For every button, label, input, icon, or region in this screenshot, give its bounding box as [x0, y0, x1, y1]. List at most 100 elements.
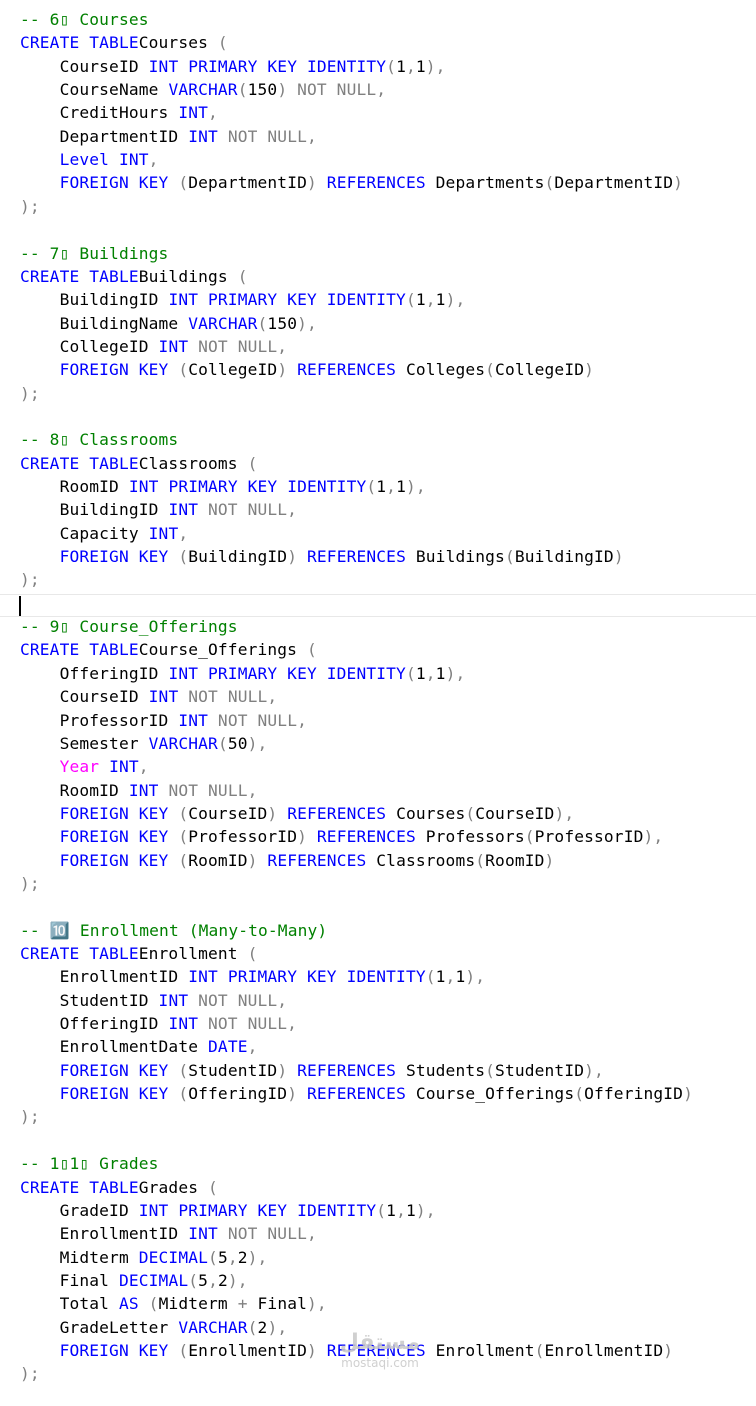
- code-line[interactable]: EnrollmentID INT PRIMARY KEY IDENTITY(1,…: [20, 965, 485, 988]
- code-token: REFERENCES: [287, 803, 387, 823]
- code-line[interactable]: FOREIGN KEY (OfferingID) REFERENCES Cour…: [20, 1082, 693, 1105]
- code-token: (: [237, 266, 248, 286]
- code-line[interactable]: Final DECIMAL(5,2),: [20, 1269, 248, 1292]
- code-line[interactable]: CREATE TABLEEnrollment (: [20, 942, 258, 965]
- code-line[interactable]: CREATE TABLECourse_Offerings (: [20, 638, 317, 661]
- code-line[interactable]: );: [20, 195, 40, 218]
- code-line[interactable]: BuildingName VARCHAR(150),: [20, 312, 317, 335]
- code-line[interactable]: CreditHours INT,: [20, 101, 218, 124]
- code-line[interactable]: CourseName VARCHAR(150) NOT NULL,: [20, 78, 386, 101]
- code-line[interactable]: );: [20, 568, 40, 591]
- code-line[interactable]: StudentID INT NOT NULL,: [20, 989, 287, 1012]
- code-token: Capacity: [20, 523, 149, 543]
- code-token: Grades: [138, 1177, 209, 1197]
- code-token: ),: [267, 1317, 288, 1337]
- code-token: OfferingID: [20, 663, 169, 683]
- code-token: (: [217, 733, 228, 753]
- code-line[interactable]: CREATE TABLEBuildings (: [20, 265, 248, 288]
- code-token: VARCHAR: [168, 80, 238, 100]
- code-line[interactable]: );: [20, 1362, 40, 1385]
- code-line[interactable]: BuildingID INT PRIMARY KEY IDENTITY(1,1)…: [20, 288, 466, 311]
- code-token: GradeID: [20, 1200, 139, 1220]
- code-line[interactable]: OfferingID INT PRIMARY KEY IDENTITY(1,1)…: [20, 662, 466, 685]
- code-line[interactable]: DepartmentID INT NOT NULL,: [20, 125, 317, 148]
- code-line[interactable]: -- 6▯ Courses: [20, 8, 149, 31]
- code-token: Courses: [138, 33, 218, 53]
- code-line[interactable]: EnrollmentDate DATE,: [20, 1035, 258, 1058]
- code-token: (: [485, 1060, 496, 1080]
- code-token: ProfessorID: [534, 827, 644, 847]
- code-line[interactable]: CREATE TABLEClassrooms (: [20, 452, 258, 475]
- code-line[interactable]: FOREIGN KEY (StudentID) REFERENCES Stude…: [20, 1059, 604, 1082]
- current-line-highlight: [0, 594, 756, 617]
- code-token: DepartmentID: [554, 173, 674, 193]
- text-caret: [19, 596, 21, 616]
- code-line[interactable]: );: [20, 1105, 40, 1128]
- code-line[interactable]: GradeID INT PRIMARY KEY IDENTITY(1,1),: [20, 1199, 436, 1222]
- code-token: ),: [307, 1294, 327, 1314]
- code-line[interactable]: );: [20, 872, 40, 895]
- code-token: INT PRIMARY KEY IDENTITY: [168, 663, 406, 683]
- code-token: (: [504, 547, 515, 567]
- code-line[interactable]: CREATE TABLEGrades (: [20, 1176, 218, 1199]
- code-line[interactable]: Semester VARCHAR(50),: [20, 732, 268, 755]
- code-line[interactable]: OfferingID INT NOT NULL,: [20, 1012, 297, 1035]
- code-token: Classrooms: [366, 850, 476, 870]
- code-line[interactable]: Level INT,: [20, 148, 159, 171]
- code-token: OfferingID: [584, 1084, 684, 1104]
- code-line[interactable]: Midterm DECIMAL(5,2),: [20, 1246, 268, 1269]
- code-line[interactable]: FOREIGN KEY (CourseID) REFERENCES Course…: [20, 802, 575, 825]
- code-token: BuildingName: [20, 313, 189, 333]
- code-token: VARCHAR: [178, 1317, 248, 1337]
- code-token: ProfessorID: [188, 827, 298, 847]
- code-token: ,: [138, 757, 149, 777]
- code-line[interactable]: -- 9▯ Course_Offerings: [20, 615, 238, 638]
- code-token: REFERENCES: [267, 850, 367, 870]
- code-line[interactable]: CREATE TABLECourses (: [20, 31, 228, 54]
- code-token: (: [544, 173, 555, 193]
- code-line[interactable]: BuildingID INT NOT NULL,: [20, 498, 297, 521]
- code-line[interactable]: Capacity INT,: [20, 522, 189, 545]
- code-token: (: [178, 827, 189, 847]
- code-line[interactable]: CourseID INT NOT NULL,: [20, 685, 278, 708]
- code-line[interactable]: RoomID INT PRIMARY KEY IDENTITY(1,1),: [20, 475, 426, 498]
- code-token: ): [277, 1060, 298, 1080]
- code-line[interactable]: FOREIGN KEY (ProfessorID) REFERENCES Pro…: [20, 825, 664, 848]
- code-line[interactable]: Year INT,: [20, 755, 149, 778]
- code-token: ): [307, 1340, 327, 1360]
- code-line[interactable]: -- 8▯ Classrooms: [20, 428, 178, 451]
- code-token: REFERENCES: [307, 1084, 406, 1104]
- code-line[interactable]: FOREIGN KEY (DepartmentID) REFERENCES De…: [20, 171, 683, 194]
- code-token: (: [534, 1340, 545, 1360]
- code-token: 1: [405, 1200, 416, 1220]
- code-line[interactable]: FOREIGN KEY (BuildingID) REFERENCES Buil…: [20, 545, 624, 568]
- code-token: ),: [445, 290, 466, 310]
- code-token: REFERENCES: [326, 173, 426, 193]
- code-line[interactable]: -- 7▯ Buildings: [20, 242, 168, 265]
- code-line[interactable]: -- 1▯1▯ Grades: [20, 1152, 159, 1175]
- code-line[interactable]: -- 🔟 Enrollment (Many-to-Many): [20, 919, 327, 942]
- code-token: (: [405, 290, 416, 310]
- code-token: ): [683, 1084, 693, 1104]
- code-line[interactable]: ProfessorID INT NOT NULL,: [20, 709, 307, 732]
- code-line[interactable]: RoomID INT NOT NULL,: [20, 779, 258, 802]
- code-line[interactable]: FOREIGN KEY (CollegeID) REFERENCES Colle…: [20, 358, 594, 381]
- code-token: (: [178, 1084, 189, 1104]
- code-token: ,: [386, 477, 397, 496]
- code-line[interactable]: CollegeID INT NOT NULL,: [20, 335, 287, 358]
- code-line[interactable]: CourseID INT PRIMARY KEY IDENTITY(1,1),: [20, 55, 446, 78]
- code-line[interactable]: );: [20, 382, 40, 405]
- code-line[interactable]: FOREIGN KEY (RoomID) REFERENCES Classroo…: [20, 849, 555, 872]
- code-token: ),: [297, 313, 317, 333]
- code-token: ),: [554, 803, 575, 823]
- code-line[interactable]: EnrollmentID INT NOT NULL,: [20, 1222, 317, 1245]
- code-token: (: [178, 360, 189, 380]
- code-line[interactable]: Total AS (Midterm + Final),: [20, 1292, 327, 1315]
- code-token: (: [188, 1270, 199, 1290]
- code-token: ): [307, 173, 327, 193]
- code-token: INT: [188, 126, 218, 146]
- code-line[interactable]: GradeLetter VARCHAR(2),: [20, 1316, 288, 1339]
- sql-code-editor[interactable]: -- 6▯ Courses CREATE TABLECourses ( Cours…: [0, 0, 756, 1406]
- code-token: -- 9▯ Course_Offerings: [20, 617, 238, 637]
- code-token: CREATE TABLE: [20, 640, 139, 660]
